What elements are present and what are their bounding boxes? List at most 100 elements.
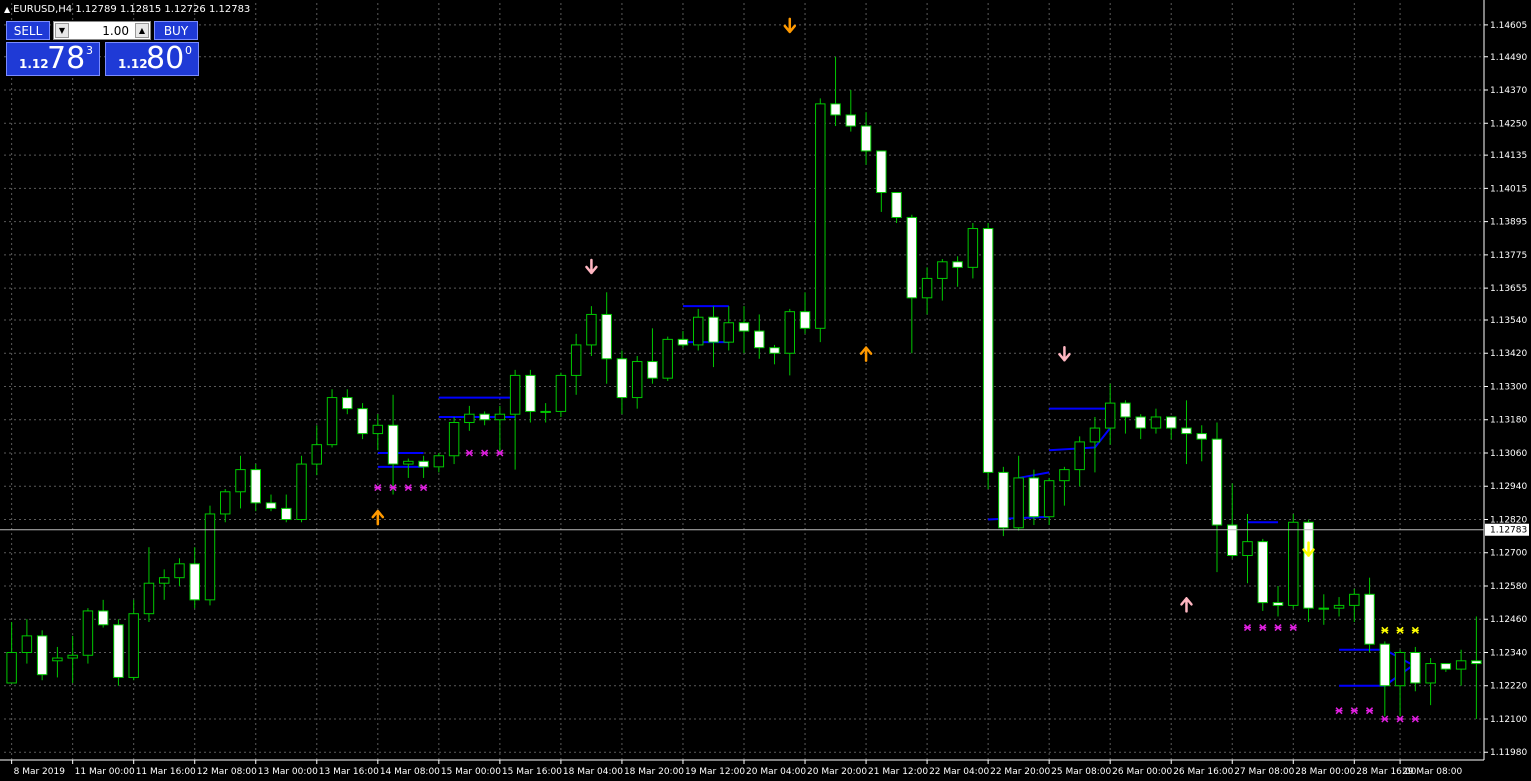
candle-body: [1379, 643, 1391, 687]
candle-body: [1318, 607, 1330, 610]
y-tick-label: 1.12940: [1490, 482, 1527, 492]
candle-body: [36, 635, 48, 676]
candle-body: [692, 316, 704, 346]
y-tick-label: 1.11980: [1490, 748, 1527, 758]
x-tick-label: 18 Mar 20:00: [624, 767, 684, 777]
candle-body: [1196, 433, 1207, 440]
candle-body: [921, 277, 933, 299]
candle-body: [677, 338, 689, 346]
candle-body: [876, 150, 887, 194]
candle-body: [433, 455, 445, 468]
candle-body: [525, 374, 536, 412]
candle-body: [1440, 663, 1452, 670]
candle-body: [1455, 660, 1467, 670]
y-tick-label: 1.12220: [1490, 682, 1527, 692]
candle-body: [372, 424, 384, 435]
candle-body: [952, 261, 963, 268]
y-tick-label: 1.13540: [1490, 316, 1527, 326]
candle-body: [937, 261, 948, 279]
sell-price-fraction: 3: [86, 44, 93, 57]
y-tick-label: 1.13180: [1490, 416, 1527, 426]
candle-body: [1349, 593, 1360, 606]
x-tick-label: 26 Mar 00:00: [1112, 767, 1172, 777]
buy-price-quote[interactable]: 1.12 80 0: [105, 41, 199, 76]
candle-body: [1104, 402, 1116, 429]
candle-body: [1272, 602, 1284, 606]
candle-body: [1242, 541, 1253, 557]
candle-body: [1135, 416, 1146, 429]
x-tick-label: 13 Mar 00:00: [258, 767, 318, 777]
sell-price-pips: 78: [47, 41, 86, 76]
candle-body: [982, 228, 994, 473]
x-tick-label: 18 Mar 04:00: [563, 767, 623, 777]
candle-body: [845, 114, 857, 127]
candle-body: [1059, 469, 1070, 482]
candle-body: [906, 216, 918, 299]
candle-body: [326, 397, 338, 446]
candle-body: [494, 413, 506, 421]
candle-body: [1333, 604, 1345, 609]
candle-body: [647, 361, 658, 379]
candle-body: [509, 374, 521, 415]
candle-body: [174, 563, 185, 579]
y-tick-label: 1.14250: [1490, 119, 1527, 129]
x-tick-label: 27 Mar 08:00: [1234, 767, 1294, 777]
candle-body: [540, 410, 551, 413]
candle-body: [1074, 441, 1085, 471]
candle-body: [784, 311, 796, 354]
candle-body: [204, 513, 216, 601]
sell-price-prefix: 1.12: [19, 57, 49, 71]
candle-body: [1471, 660, 1482, 665]
price-chart[interactable]: 1.14605 1.14490 1.14370 1.14250 1.14135 1.140…: [0, 0, 1531, 781]
y-tick-label: 1.12580: [1490, 582, 1527, 592]
candle-body: [479, 413, 490, 421]
lot-size-stepper: ▼ ▲: [53, 21, 151, 40]
buy-button[interactable]: BUY: [154, 21, 198, 40]
x-tick-label: 28 Mar 00:00: [1295, 767, 1355, 777]
lot-increase-icon[interactable]: ▲: [135, 23, 149, 38]
y-tick-label: 1.12340: [1490, 648, 1527, 658]
candle-body: [220, 491, 231, 515]
candle-body: [342, 397, 353, 410]
lot-size-input[interactable]: [71, 23, 129, 38]
candle-body: [998, 471, 1009, 529]
x-tick-label: 13 Mar 16:00: [319, 767, 379, 777]
x-tick-label: 26 Mar 16:00: [1173, 767, 1233, 777]
candle-body: [601, 313, 612, 360]
candle-body: [1120, 402, 1131, 418]
x-tick-label: 22 Mar 20:00: [990, 767, 1050, 777]
candle-body: [830, 103, 841, 116]
x-tick-label: 12 Mar 08:00: [197, 767, 257, 777]
y-tick-label: 1.12700: [1490, 549, 1527, 559]
collapse-triangle-icon[interactable]: ▲: [4, 5, 10, 14]
sell-price-quote[interactable]: 1.12 78 3: [6, 41, 100, 76]
candle-body: [387, 424, 399, 465]
candle-body: [357, 408, 368, 435]
candle-body: [1288, 521, 1299, 606]
y-tick-label: 1.13420: [1490, 349, 1527, 359]
x-tick-label: 22 Mar 04:00: [929, 767, 989, 777]
candle-body: [708, 316, 719, 343]
candle-body: [815, 103, 826, 329]
candle-body: [265, 502, 277, 509]
current-price-label: 1.12783: [1490, 526, 1527, 536]
candle-body: [1425, 663, 1436, 684]
buy-price-fraction: 0: [185, 44, 192, 57]
candle-body: [616, 358, 628, 399]
x-tick-label: 11 Mar 00:00: [75, 767, 135, 777]
candle-body: [82, 610, 94, 656]
candle-body: [113, 624, 124, 678]
candle-body: [1303, 521, 1314, 609]
candle-body: [555, 374, 567, 412]
sell-button[interactable]: SELL: [6, 21, 50, 40]
candle-body: [631, 361, 643, 399]
y-tick-label: 1.14605: [1490, 21, 1527, 31]
y-tick-label: 1.13895: [1490, 218, 1527, 228]
candle-body: [1150, 416, 1162, 429]
y-tick-label: 1.13775: [1490, 251, 1527, 261]
candle-body: [1028, 477, 1040, 518]
x-tick-label: 21 Mar 12:00: [868, 767, 928, 777]
candle-body: [799, 311, 811, 329]
candle-body: [250, 469, 261, 504]
lot-decrease-icon[interactable]: ▼: [55, 23, 69, 38]
